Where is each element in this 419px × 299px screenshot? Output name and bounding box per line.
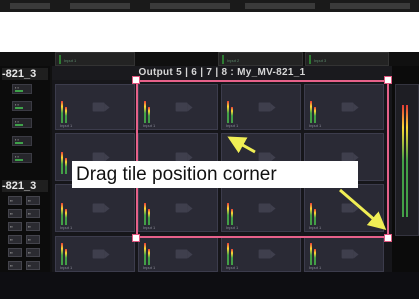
arrow-down-right [339,188,387,230]
callout-arrows [227,136,387,230]
arrow-up-left [227,136,256,154]
